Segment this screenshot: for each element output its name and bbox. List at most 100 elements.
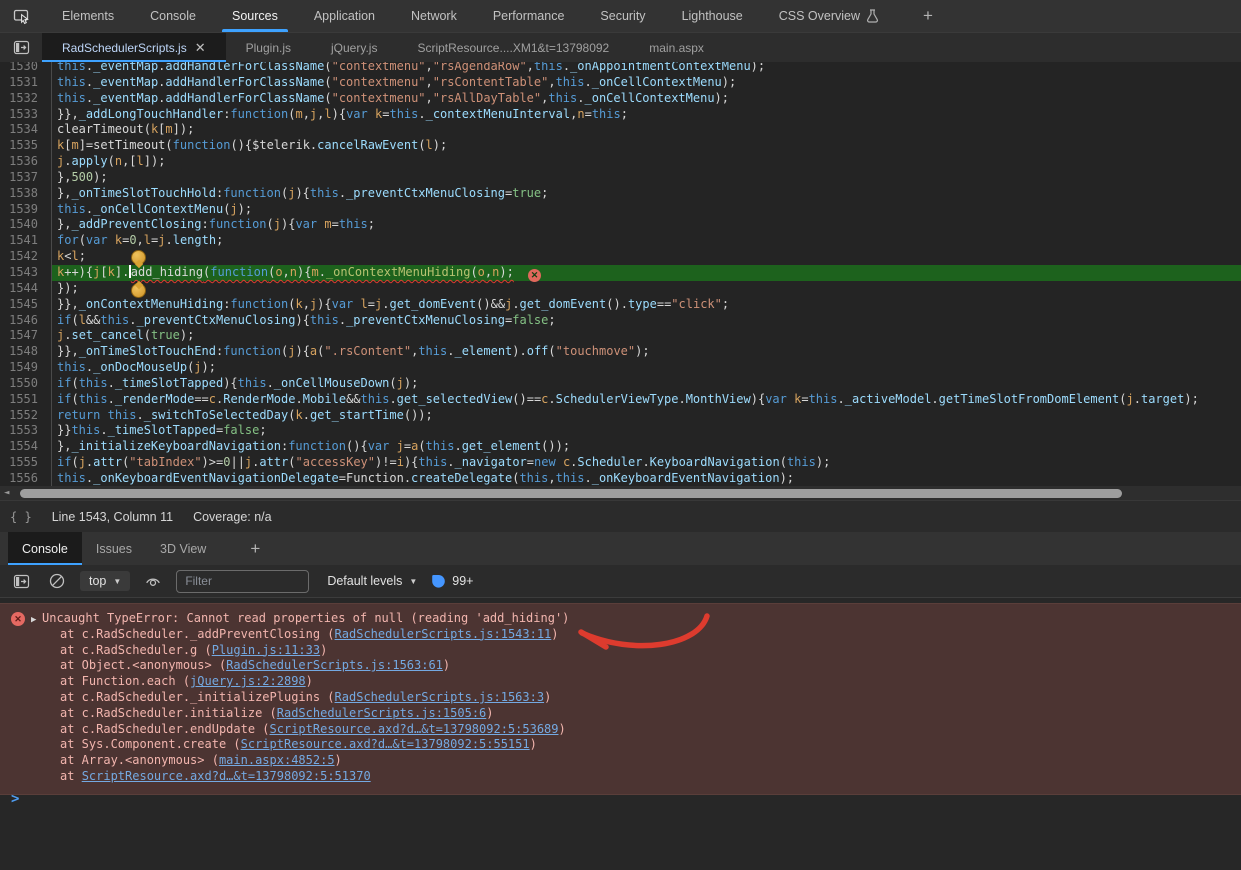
line-number[interactable]: 1531 [0,75,52,91]
horizontal-scrollbar[interactable]: ◄ [0,486,1241,500]
more-tools-button[interactable]: + [909,0,947,32]
clear-console-button[interactable] [48,572,66,590]
stack-link[interactable]: RadSchedulerScripts.js:1563:61 [226,658,443,672]
code-line[interactable]: 1530this._eventMap.addHandlerForClassNam… [0,62,1241,75]
code-line-text[interactable]: }},_addLongTouchHandler:function(m,j,l){… [52,107,1241,123]
line-number[interactable]: 1543 [0,265,52,281]
file-tab-plugin-js[interactable]: Plugin.js [226,33,311,62]
line-number[interactable]: 1551 [0,392,52,408]
tab-sources[interactable]: Sources [214,0,296,32]
console-input[interactable]: > [0,787,19,811]
tab-lighthouse[interactable]: Lighthouse [664,0,761,32]
line-number[interactable]: 1544 [0,281,52,297]
code-line-text[interactable]: return this._switchToSelectedDay(k.get_s… [52,408,1241,424]
code-line-text[interactable]: },_addPreventClosing:function(j){var m=t… [52,217,1241,233]
issues-counter[interactable]: 99+ [431,574,473,589]
line-number[interactable]: 1541 [0,233,52,249]
selection-handle-bottom[interactable] [131,283,146,298]
tab-application[interactable]: Application [296,0,393,32]
line-number[interactable]: 1545 [0,297,52,313]
live-expression-button[interactable] [144,572,162,590]
line-number[interactable]: 1539 [0,202,52,218]
code-line-text[interactable]: this._eventMap.addHandlerForClassName("c… [52,75,1241,91]
code-line-text[interactable]: }}this._timeSlotTapped=false; [52,423,1241,439]
tab-security[interactable]: Security [582,0,663,32]
code-line-text[interactable]: this._onCellContextMenu(j); [52,202,1241,218]
code-line-text[interactable]: if(this._renderMode==c.RenderMode.Mobile… [52,392,1241,408]
line-number[interactable]: 1552 [0,408,52,424]
code-line[interactable]: 1540},_addPreventClosing:function(j){var… [0,217,1241,233]
code-line[interactable]: 1546if(l&&this._preventCtxMenuClosing){t… [0,313,1241,329]
code-line-text[interactable]: }); [52,281,1241,297]
console-sidebar-toggle[interactable] [12,572,30,590]
navigator-toggle-button[interactable] [0,33,42,62]
line-number[interactable]: 1553 [0,423,52,439]
code-line-text[interactable]: for(var k=0,l=j.length; [52,233,1241,249]
stack-link[interactable]: ScriptResource.axd?d…&t=13798092:5:55151 [241,737,530,751]
code-line-text[interactable]: clearTimeout(k[m]); [52,122,1241,138]
filter-input[interactable] [176,570,309,593]
file-tab-radschedulerscripts-js[interactable]: RadSchedulerScripts.js✕ [42,33,226,62]
stack-link[interactable]: ScriptResource.axd?d…&t=13798092:5:51370 [82,769,371,783]
line-number[interactable]: 1548 [0,344,52,360]
line-number[interactable]: 1554 [0,439,52,455]
line-number[interactable]: 1537 [0,170,52,186]
code-line[interactable]: 1543k++){j[k].add_hiding(function(o,n){m… [0,265,1241,281]
code-line-text[interactable]: this._eventMap.addHandlerForClassName("c… [52,62,1241,75]
code-line[interactable]: 1551if(this._renderMode==c.RenderMode.Mo… [0,392,1241,408]
stack-link[interactable]: main.aspx:4852:5 [219,753,335,767]
code-line-text[interactable]: },_onTimeSlotTouchHold:function(j){this.… [52,186,1241,202]
inspect-element-button[interactable] [0,0,44,32]
javascript-context-selector[interactable]: top ▼ [80,571,130,591]
code-line[interactable]: 1545}},_onContextMenuHiding:function(k,j… [0,297,1241,313]
code-line[interactable]: 1544}); [0,281,1241,297]
code-line-text[interactable]: k++){j[k].add_hiding(function(o,n){m._on… [52,265,1241,281]
line-number[interactable]: 1534 [0,122,52,138]
drawer-tab-console[interactable]: Console [8,532,82,565]
line-number[interactable]: 1538 [0,186,52,202]
tab-performance[interactable]: Performance [475,0,583,32]
scrollbar-thumb[interactable] [20,489,1122,498]
line-number[interactable]: 1549 [0,360,52,376]
code-line[interactable]: 1542k<l; [0,249,1241,265]
code-line[interactable]: 1532this._eventMap.addHandlerForClassNam… [0,91,1241,107]
tab-css-overview[interactable]: CSS Overview [761,0,897,32]
code-line-text[interactable]: this._eventMap.addHandlerForClassName("c… [52,91,1241,107]
line-number[interactable]: 1555 [0,455,52,471]
code-line-text[interactable]: if(j.attr("tabIndex")>=0||j.attr("access… [52,455,1241,471]
line-number[interactable]: 1546 [0,313,52,329]
code-line[interactable]: 1548}},_onTimeSlotTouchEnd:function(j){a… [0,344,1241,360]
line-number[interactable]: 1530 [0,62,52,75]
code-line[interactable]: 1552return this._switchToSelectedDay(k.g… [0,408,1241,424]
expand-triangle-icon[interactable]: ▶ [31,613,36,629]
code-line[interactable]: 1547j.set_cancel(true); [0,328,1241,344]
file-tab-jquery-js[interactable]: jQuery.js [311,33,397,62]
code-line[interactable]: 1556this._onKeyboardEventNavigationDeleg… [0,471,1241,487]
code-line[interactable]: 1554},_initializeKeyboardNavigation:func… [0,439,1241,455]
pretty-print-icon[interactable]: { } [10,510,32,524]
code-line[interactable]: 1555if(j.attr("tabIndex")>=0||j.attr("ac… [0,455,1241,471]
code-line[interactable]: 1553}}this._timeSlotTapped=false; [0,423,1241,439]
drawer-tab-issues[interactable]: Issues [82,532,146,565]
code-line-text[interactable]: this._onKeyboardEventNavigationDelegate=… [52,471,1241,487]
source-editor[interactable]: 1530this._eventMap.addHandlerForClassNam… [0,62,1241,500]
line-number[interactable]: 1533 [0,107,52,123]
file-tab-scriptresource-xm1-t-13798092[interactable]: ScriptResource....XM1&t=13798092 [397,33,629,62]
drawer-tab-3d-view[interactable]: 3D View [146,532,220,565]
scroll-left-arrow[interactable]: ◄ [4,488,9,498]
code-line[interactable]: 1538},_onTimeSlotTouchHold:function(j){t… [0,186,1241,202]
code-line-text[interactable]: k<l; [52,249,1241,265]
stack-link[interactable]: RadSchedulerScripts.js:1563:3 [335,690,545,704]
line-number[interactable]: 1532 [0,91,52,107]
stack-link[interactable]: jQuery.js:2:2898 [190,674,306,688]
code-line-text[interactable]: if(l&&this._preventCtxMenuClosing){this.… [52,313,1241,329]
stack-link[interactable]: RadSchedulerScripts.js:1543:11 [335,627,552,641]
code-line[interactable]: 1537},500); [0,170,1241,186]
line-number[interactable]: 1550 [0,376,52,392]
code-line-text[interactable]: },500); [52,170,1241,186]
code-line[interactable]: 1549this._onDocMouseUp(j); [0,360,1241,376]
code-line-text[interactable]: j.set_cancel(true); [52,328,1241,344]
code-line[interactable]: 1531this._eventMap.addHandlerForClassNam… [0,75,1241,91]
code-line[interactable]: 1550if(this._timeSlotTapped){this._onCel… [0,376,1241,392]
close-tab-icon[interactable]: ✕ [195,40,206,56]
